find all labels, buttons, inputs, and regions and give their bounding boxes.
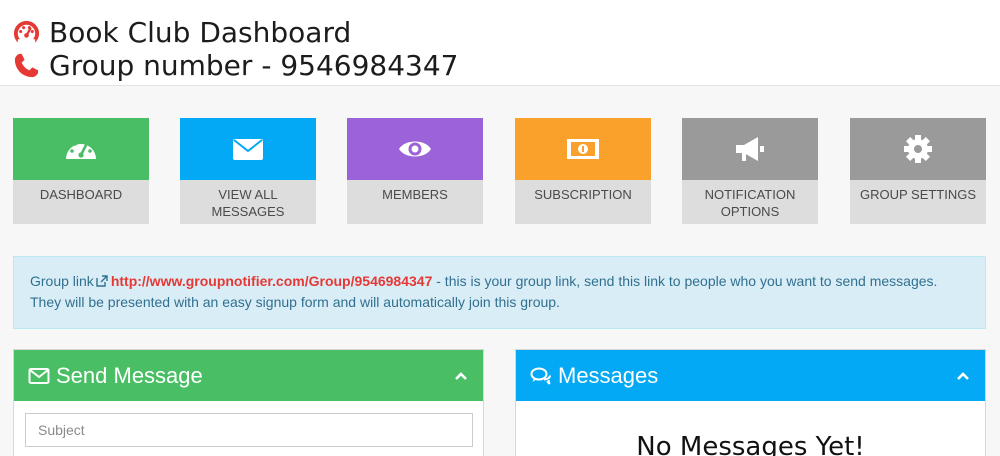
send-message-title: Send Message — [56, 362, 203, 388]
tile-subscription[interactable]: SUBSCRIPTION — [515, 118, 651, 224]
comments-icon — [530, 367, 551, 385]
tile-subscription-head — [515, 118, 651, 180]
money-icon — [567, 139, 599, 159]
tile-label: GROUP SETTINGS — [859, 187, 977, 202]
tile-label: VIEW ALL MESSAGES — [211, 187, 285, 219]
group-number: Group number - 9546984347 — [49, 49, 459, 82]
tile-members-head — [347, 118, 483, 180]
messages-panel: Messages No Messages Yet! — [515, 349, 986, 456]
phone-icon — [14, 53, 39, 78]
group-link-notice: Group link http://www.groupnotifier.com/G… — [13, 256, 986, 329]
gear-icon — [904, 135, 932, 163]
send-message-panel: Send Message — [13, 349, 484, 456]
notice-prefix: Group link — [30, 273, 94, 289]
envelope-icon — [233, 139, 263, 160]
subject-input[interactable] — [25, 413, 473, 447]
bullhorn-icon — [736, 137, 764, 161]
tile-members[interactable]: MEMBERS — [347, 118, 483, 224]
tile-group-settings[interactable]: GROUP SETTINGS — [850, 118, 986, 224]
tile-notification-options[interactable]: NOTIFICATION OPTIONS — [682, 118, 818, 224]
group-link[interactable]: http://www.groupnotifier.com/Group/95469… — [111, 273, 433, 289]
tile-label: NOTIFICATION OPTIONS — [704, 187, 796, 219]
dashboard-title: Book Club Dashboard — [12, 16, 351, 49]
envelope-outline-icon — [28, 367, 50, 384]
tile-label: MEMBERS — [382, 187, 448, 202]
tile-messages-head — [180, 118, 316, 180]
tile-label: DASHBOARD — [39, 187, 123, 202]
tile-label: SUBSCRIPTION — [534, 187, 632, 202]
tile-view-all-messages[interactable]: VIEW ALL MESSAGES — [180, 118, 316, 224]
eye-icon — [399, 141, 431, 157]
send-message-header: Send Message — [14, 350, 483, 401]
group-number-line: Group number - 9546984347 — [12, 49, 458, 82]
page-title: Book Club Dashboard — [49, 16, 352, 49]
page-header: Book Club Dashboard Group number - 95469… — [0, 0, 1000, 86]
dashboard-gauge-icon — [13, 20, 40, 47]
empty-messages-text: No Messages Yet! — [636, 432, 865, 456]
tile-settings-head — [850, 118, 986, 180]
external-link-icon — [96, 275, 108, 287]
tile-dashboard-head — [13, 118, 149, 180]
tile-dashboard[interactable]: DASHBOARD — [13, 118, 149, 224]
messages-title: Messages — [558, 362, 659, 388]
messages-header: Messages — [516, 350, 985, 401]
chevron-up-icon[interactable] — [453, 368, 469, 384]
chevron-up-icon[interactable] — [955, 368, 971, 384]
tile-notification-head — [682, 118, 818, 180]
dashboard-icon — [66, 139, 96, 159]
